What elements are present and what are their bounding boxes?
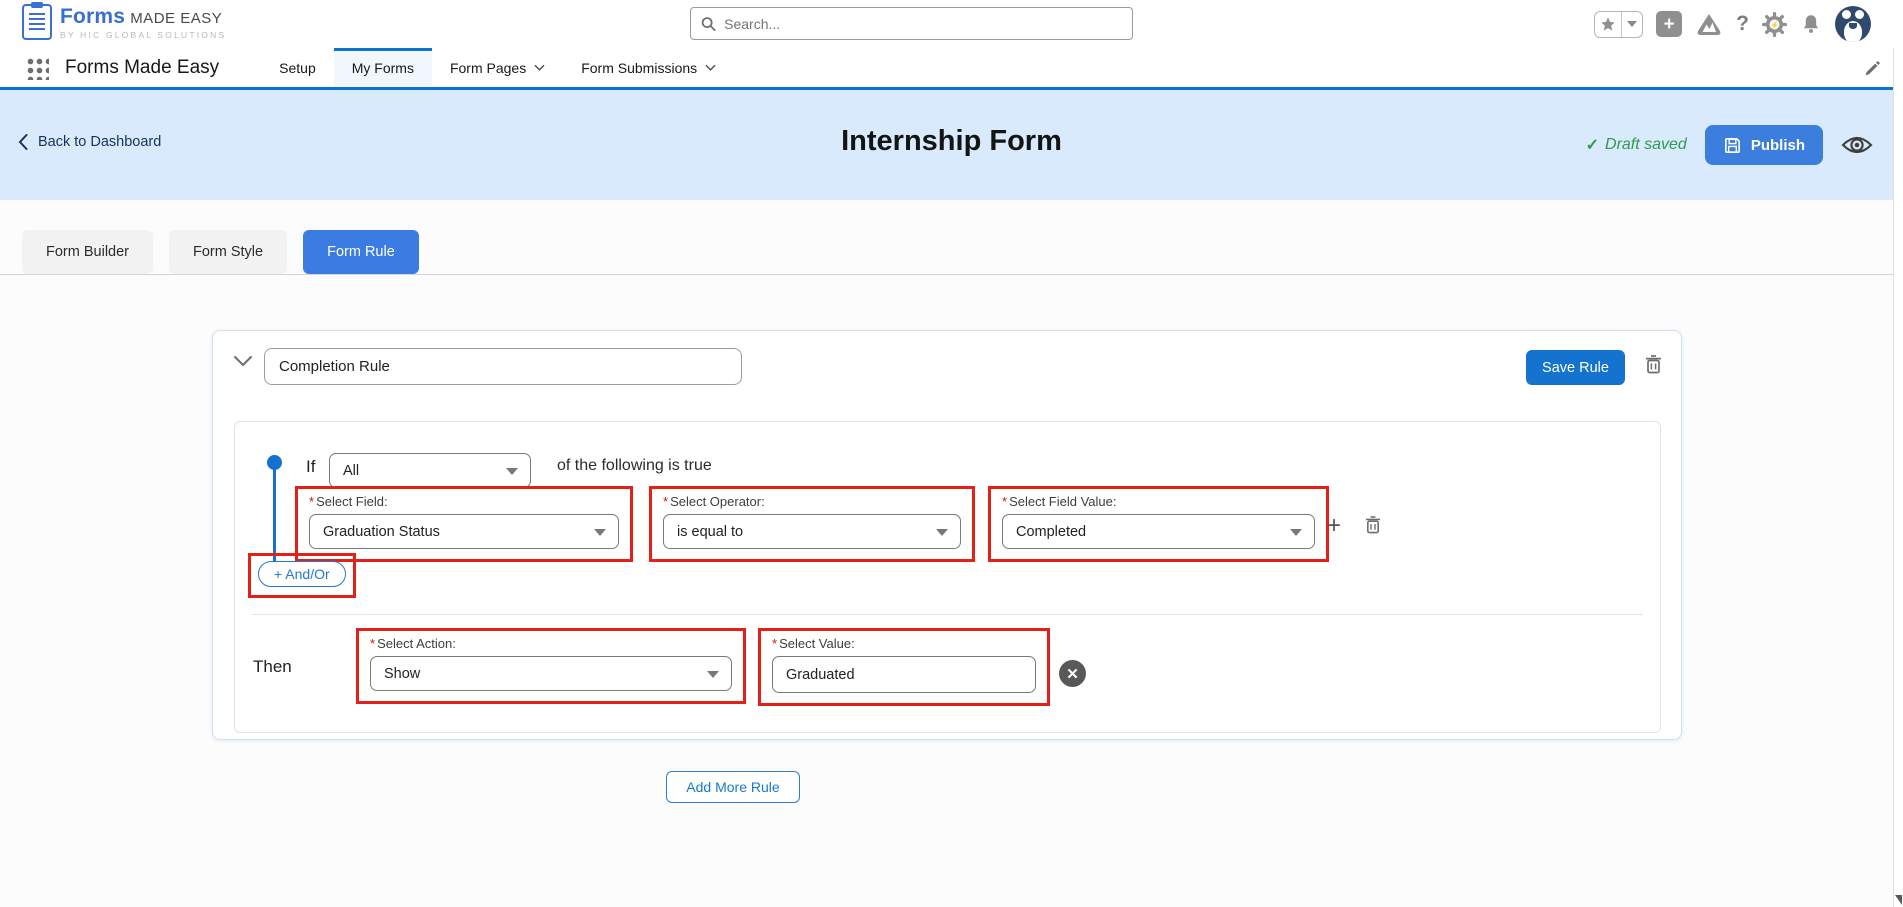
form-rule-content: Form Builder Form Style Form Rule Save R… xyxy=(0,200,1903,907)
if-suffix-text: of the following is true xyxy=(557,457,712,474)
rule-condition-panel: If All of the following is true * Select … xyxy=(234,421,1661,733)
scroll-arrow-icon xyxy=(1895,895,1902,905)
search-icon xyxy=(701,16,716,31)
utility-bar: Forms MADE EASY BY HIC GLOBAL SOLUTIONS … xyxy=(0,0,1903,48)
required-marker: * xyxy=(309,494,315,509)
user-avatar[interactable] xyxy=(1835,6,1871,42)
favorites-dropdown-icon[interactable] xyxy=(1622,12,1642,37)
field-select[interactable]: Graduation Status xyxy=(309,514,619,549)
required-marker: * xyxy=(1002,494,1008,509)
add-icon[interactable]: + xyxy=(1656,11,1683,37)
delete-condition-trash-icon[interactable] xyxy=(1365,516,1381,534)
tab-form-rule[interactable]: Form Rule xyxy=(303,230,419,274)
dropdown-caret-icon xyxy=(594,528,606,536)
annotation-box-select-action: * Select Action: Show xyxy=(356,628,746,704)
dropdown-caret-icon xyxy=(707,670,719,678)
annotation-box-select-field: * Select Field: Graduation Status xyxy=(295,486,633,562)
help-icon[interactable]: ? xyxy=(1736,12,1749,36)
annotation-box-select-value: * Select Value: xyxy=(758,628,1050,706)
dropdown-caret-icon xyxy=(1290,528,1302,536)
tab-form-builder[interactable]: Form Builder xyxy=(22,230,153,274)
save-rule-button[interactable]: Save Rule xyxy=(1526,350,1625,385)
rule-card: Save Rule If All of the following is tru… xyxy=(212,330,1682,740)
publish-button[interactable]: Publish xyxy=(1704,125,1823,165)
favorites-star-icon[interactable] xyxy=(1595,11,1623,37)
then-label: Then xyxy=(253,657,292,676)
svg-text:⚡: ⚡ xyxy=(1770,20,1779,29)
and-or-button[interactable]: + And/Or xyxy=(258,561,346,587)
notifications-bell-icon[interactable] xyxy=(1800,12,1822,36)
form-header-band: Back to Dashboard Internship Form ✓ Draf… xyxy=(0,90,1903,200)
trailhead-icon[interactable] xyxy=(1695,11,1723,37)
then-divider xyxy=(252,614,1643,615)
rule-name-input[interactable] xyxy=(264,348,742,385)
select-action-label: Select Action: xyxy=(377,636,456,651)
nav-tab-form-pages[interactable]: Form Pages xyxy=(432,48,563,87)
if-label: If xyxy=(306,457,316,476)
setup-gear-icon[interactable]: ⚡ xyxy=(1762,11,1787,37)
condition-timeline-dot xyxy=(267,455,282,470)
tab-divider xyxy=(0,274,1893,275)
select-field-value-label: Select Field Value: xyxy=(1009,494,1117,509)
search-input[interactable] xyxy=(724,15,1122,32)
global-search[interactable] xyxy=(690,7,1133,40)
annotation-box-select-field-value: * Select Field Value: Completed xyxy=(988,486,1329,562)
collapse-chevron-icon[interactable] xyxy=(233,355,253,367)
value-input[interactable] xyxy=(772,656,1036,693)
delete-rule-trash-icon[interactable] xyxy=(1645,355,1662,374)
add-condition-plus-icon[interactable]: + xyxy=(1327,514,1341,538)
logo-suffix: MADE EASY xyxy=(130,9,223,27)
action-select[interactable]: Show xyxy=(370,656,732,691)
chevron-down-icon xyxy=(705,64,716,71)
required-marker: * xyxy=(370,636,376,651)
app-launcher-icon[interactable] xyxy=(25,55,49,80)
operator-select[interactable]: is equal to xyxy=(663,514,961,549)
nav-tab-form-submissions[interactable]: Form Submissions xyxy=(563,48,734,87)
add-more-rule-button[interactable]: Add More Rule xyxy=(666,771,800,803)
dropdown-caret-icon xyxy=(936,528,948,536)
required-marker: * xyxy=(772,636,778,651)
preview-eye-icon[interactable] xyxy=(1841,133,1873,157)
edit-pencil-icon[interactable] xyxy=(1863,60,1881,78)
select-value-label: Select Value: xyxy=(779,636,855,651)
app-name: Forms Made Easy xyxy=(65,56,220,78)
save-disk-icon xyxy=(1724,137,1740,153)
clipboard-logo-icon xyxy=(22,2,52,40)
nav-tab-my-forms[interactable]: My Forms xyxy=(333,48,433,87)
logo-brand: Forms xyxy=(60,4,126,28)
logo-tagline: BY HIC GLOBAL SOLUTIONS xyxy=(60,29,227,40)
select-field-label: Select Field: xyxy=(316,494,388,509)
match-type-select[interactable]: All xyxy=(329,453,531,488)
app-nav-bar: Forms Made Easy Setup My Forms Form Page… xyxy=(0,48,1903,90)
annotation-box-select-operator: * Select Operator: is equal to xyxy=(649,486,975,562)
vertical-scrollbar[interactable] xyxy=(1893,48,1903,907)
tab-form-style[interactable]: Form Style xyxy=(169,230,288,274)
draft-saved-status: ✓ Draft saved xyxy=(1585,136,1687,154)
chevron-down-icon xyxy=(534,64,545,71)
remove-action-icon[interactable]: ✕ xyxy=(1059,660,1086,687)
field-value-select[interactable]: Completed xyxy=(1002,514,1315,549)
nav-tab-setup[interactable]: Setup xyxy=(261,48,334,87)
favorites-control xyxy=(1594,10,1644,38)
app-logo: Forms MADE EASY BY HIC GLOBAL SOLUTIONS xyxy=(22,2,227,40)
dropdown-caret-icon xyxy=(506,467,518,475)
select-operator-label: Select Operator: xyxy=(670,494,765,509)
check-icon: ✓ xyxy=(1585,137,1600,154)
required-marker: * xyxy=(663,494,669,509)
annotation-box-and-or: + And/Or xyxy=(248,553,356,598)
